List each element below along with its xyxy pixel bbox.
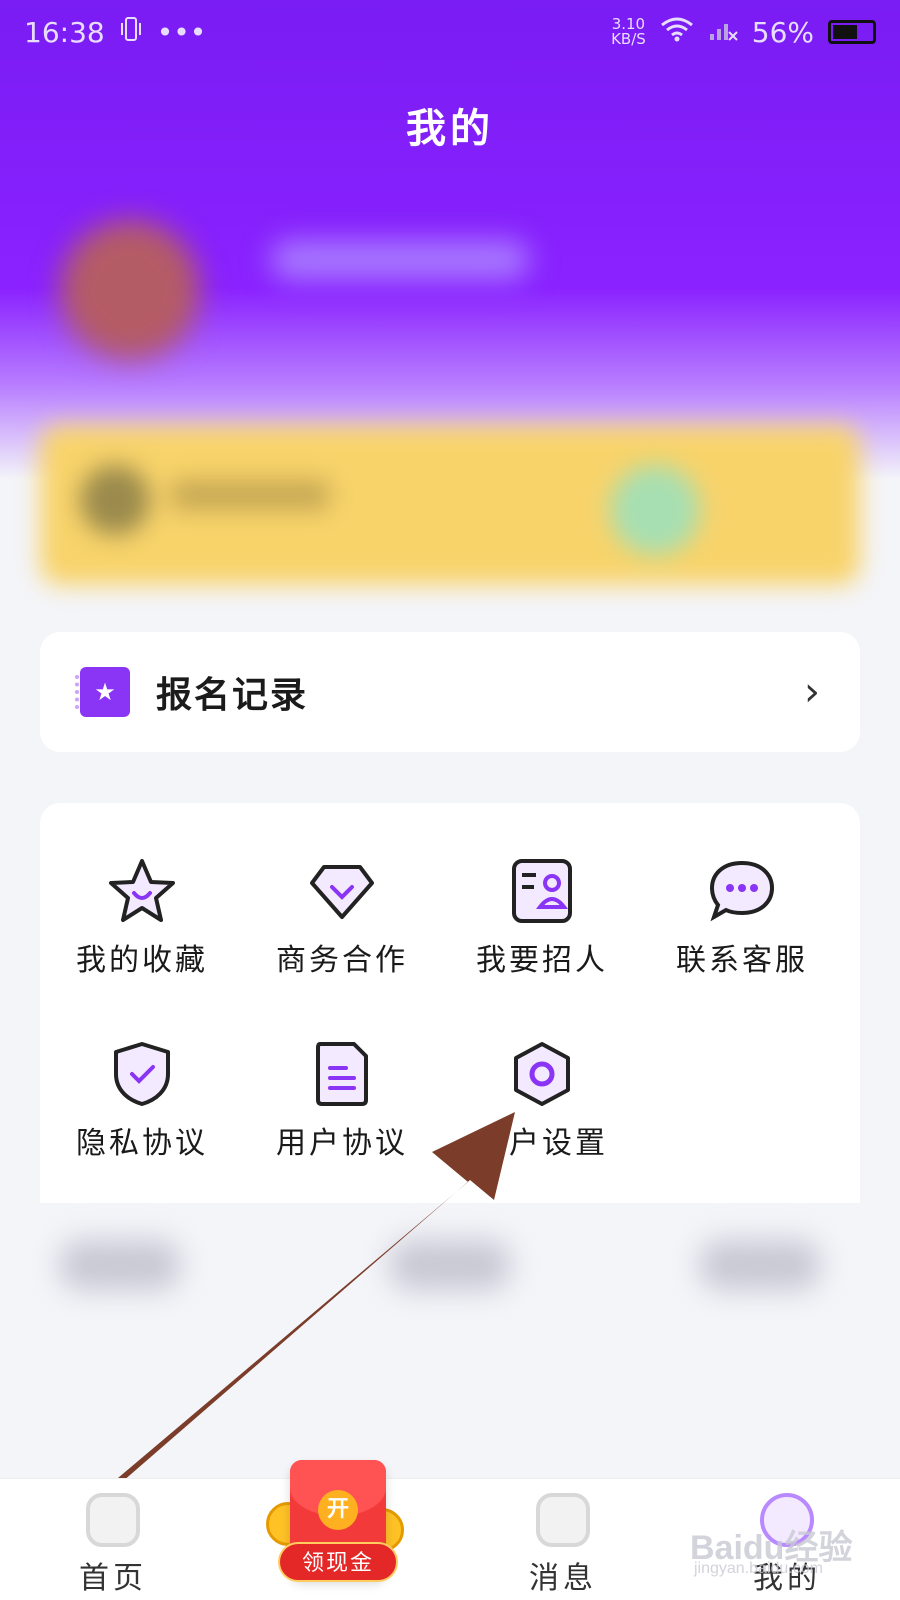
grid-item-privacy[interactable]: 隐私协议 (52, 1038, 232, 1162)
grid-item-user-agreement[interactable]: 用户协议 (252, 1038, 432, 1162)
avatar[interactable] (60, 220, 200, 360)
grid-item-user-settings[interactable]: 用户设置 (452, 1038, 632, 1162)
signup-record-icon: ★ (75, 667, 130, 717)
chevron-right-icon: › (804, 669, 820, 715)
grid-item-favorites[interactable]: 我的收藏 (52, 855, 232, 979)
status-time: 16:38 (24, 15, 105, 49)
network-speed: 3.10 KB/S (611, 15, 646, 48)
tab-messages[interactable]: 消息 (488, 1493, 638, 1597)
signup-record-row[interactable]: ★ 报名记录 › (40, 632, 860, 752)
watermark-url: jingyan.baidu.com (694, 1560, 823, 1577)
username-blurred (270, 240, 530, 280)
wifi-icon (660, 16, 694, 49)
battery-percent: 56% (751, 15, 814, 49)
hexagon-settings-icon (514, 1042, 570, 1106)
star-icon (109, 859, 175, 922)
grid-item-business[interactable]: 商务合作 (252, 855, 432, 979)
blurred-content (40, 1230, 860, 1310)
profile-section[interactable] (40, 210, 860, 380)
redeem-cash-label[interactable]: 领现金 (278, 1542, 398, 1582)
vibrate-icon (119, 15, 143, 50)
tab-home[interactable]: 首页 (38, 1493, 188, 1597)
promo-graphic (610, 465, 700, 555)
grid-item-support[interactable]: 联系客服 (652, 855, 832, 979)
shield-check-icon (114, 1042, 170, 1106)
document-icon (316, 1042, 368, 1106)
features-grid: 我的收藏 商务合作 我要招人 联系客服 隐私协议 用户协议 用户设置 (40, 803, 860, 1203)
promo-badge-icon (80, 465, 150, 535)
home-icon (86, 1493, 140, 1547)
message-icon (536, 1493, 590, 1547)
battery-icon (828, 20, 876, 44)
recruit-card-icon (512, 859, 572, 923)
red-packet-open-badge: 开 (318, 1490, 358, 1530)
page-title: 我的 (406, 106, 494, 152)
status-bar: 16:38 ••• 3.10 KB/S 56% (0, 0, 900, 64)
signup-record-label: 报名记录 (156, 675, 309, 716)
signal-icon (708, 16, 738, 49)
diamond-icon (310, 865, 374, 919)
chat-bubble-icon (709, 860, 775, 922)
promo-text-blurred (170, 480, 330, 510)
promo-banner[interactable] (40, 425, 860, 585)
grid-item-recruit[interactable]: 我要招人 (452, 855, 632, 979)
more-dots-icon: ••• (156, 15, 207, 49)
